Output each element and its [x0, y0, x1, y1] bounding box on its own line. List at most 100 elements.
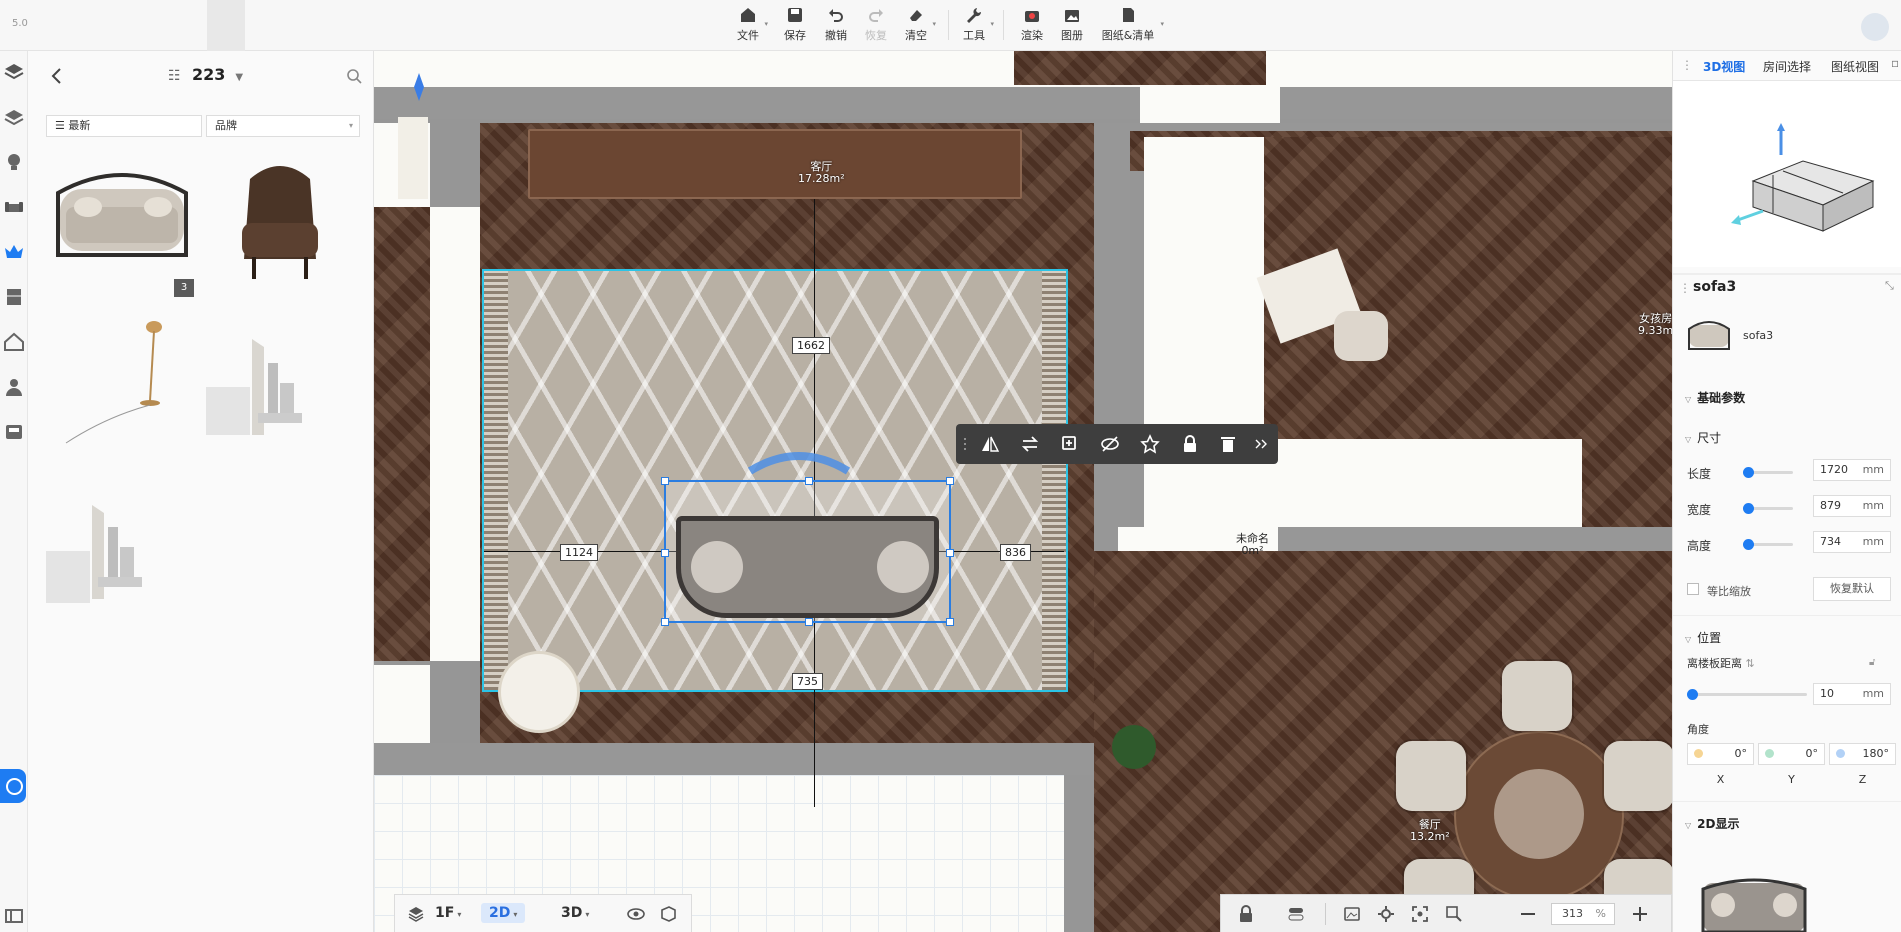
appliance-icon[interactable]: [3, 421, 25, 443]
tools-button[interactable]: 工具 ▾: [954, 6, 994, 43]
room-label-unnamed[interactable]: 未命名 0m²: [1236, 533, 1269, 557]
slider-knob[interactable]: [1687, 689, 1698, 700]
floor-height-slider[interactable]: [1687, 689, 1807, 700]
floor-icon[interactable]: [3, 106, 25, 128]
save-button[interactable]: 保存: [775, 6, 815, 43]
dimension-left[interactable]: 1124: [560, 544, 598, 561]
gallery-button[interactable]: 图册: [1052, 6, 1092, 43]
eye-icon[interactable]: [627, 905, 645, 923]
drag-grip-icon[interactable]: ⋮: [1679, 281, 1691, 295]
length-input[interactable]: 1720 mm: [1813, 459, 1891, 481]
collapse-icon[interactable]: ⤡: [1885, 279, 1894, 293]
resize-handle[interactable]: [661, 618, 669, 626]
toggle-icon[interactable]: [1287, 905, 1305, 923]
favorite-icon[interactable]: [1140, 434, 1160, 454]
angle-x-input[interactable]: 0°: [1687, 743, 1754, 765]
height-input[interactable]: 734 mm: [1813, 531, 1891, 553]
brand-filter[interactable]: 品牌 ▾: [206, 115, 360, 137]
render-button[interactable]: 渲染: [1012, 6, 1052, 43]
catalog-item-floor-lamp[interactable]: [46, 317, 194, 465]
settings-icon[interactable]: [1377, 905, 1395, 923]
catalog-item-decor-set[interactable]: [206, 317, 354, 465]
lightbulb-icon[interactable]: [3, 151, 25, 173]
replace-icon[interactable]: [1020, 434, 1040, 454]
chat-icon[interactable]: [0, 769, 26, 803]
height-from-floor-selector[interactable]: 离楼板距离 ⇅: [1687, 655, 1755, 671]
reset-default-button[interactable]: 恢复默认: [1813, 577, 1891, 601]
cube-icon[interactable]: [659, 905, 677, 923]
layers-icon[interactable]: [407, 905, 425, 923]
resize-handle[interactable]: [946, 618, 954, 626]
drag-grip-icon[interactable]: ⋮: [1681, 58, 1693, 72]
angle-y-input[interactable]: 0°: [1758, 743, 1825, 765]
expand-panel-icon[interactable]: [3, 905, 25, 927]
rotate-handle-icon[interactable]: [744, 447, 854, 477]
height-slider[interactable]: [1743, 539, 1793, 550]
user-avatar-icon[interactable]: [1861, 13, 1889, 41]
resize-handle[interactable]: [805, 618, 813, 626]
slider-knob[interactable]: [1743, 467, 1754, 478]
section-position[interactable]: ▽ 位置: [1685, 629, 1721, 646]
3d-preview[interactable]: [1673, 81, 1901, 267]
tab-drawing-view[interactable]: 图纸视图: [1831, 58, 1879, 75]
proportional-checkbox[interactable]: [1687, 583, 1699, 595]
unlock-icon[interactable]: 🔓︎: [1869, 657, 1875, 668]
hide-icon[interactable]: [1100, 434, 1120, 454]
file-button[interactable]: 文件 ▾: [728, 6, 768, 43]
floor-selector[interactable]: 1F ▾: [435, 905, 461, 921]
fit-view-icon[interactable]: [1411, 905, 1429, 923]
resize-handle[interactable]: [946, 477, 954, 485]
catalog-item-decor-set-2[interactable]: [46, 485, 194, 633]
mode-3d-button[interactable]: 3D ▾: [561, 905, 589, 921]
room-label-dining[interactable]: 餐厅 13.2m²: [1410, 819, 1450, 843]
crown-icon[interactable]: [3, 241, 25, 263]
mode-2d-button[interactable]: 2D ▾: [481, 903, 526, 923]
floor-height-input[interactable]: 10 mm: [1813, 683, 1891, 705]
lock-icon[interactable]: [1237, 905, 1255, 923]
dimension-top[interactable]: 1662: [792, 337, 830, 354]
tab-room-select[interactable]: 房间选择: [1763, 58, 1811, 75]
cabinet-icon[interactable]: [3, 286, 25, 308]
catalog-item-sofa[interactable]: 3: [46, 149, 194, 297]
zoom-search-icon[interactable]: [1445, 905, 1463, 923]
angle-z-input[interactable]: 180°: [1829, 743, 1896, 765]
redo-button[interactable]: 恢复: [856, 6, 896, 43]
selected-sofa[interactable]: [661, 477, 954, 626]
layers-icon[interactable]: [3, 61, 25, 83]
search-icon[interactable]: [346, 68, 362, 84]
image-icon[interactable]: [1343, 905, 1361, 923]
catalog-title[interactable]: ☷ 223 ▼: [168, 65, 243, 84]
resize-handle[interactable]: [805, 477, 813, 485]
sofa-category-icon[interactable]: [3, 196, 25, 218]
room-label-living[interactable]: 客厅 17.28m²: [798, 161, 845, 185]
zoom-input[interactable]: 313%: [1551, 903, 1615, 925]
chevron-left-icon[interactable]: [50, 65, 64, 87]
width-input[interactable]: 879 mm: [1813, 495, 1891, 517]
drag-grip-icon[interactable]: [962, 434, 968, 454]
sort-filter[interactable]: ☰ 最新: [46, 115, 202, 137]
more-icon[interactable]: [1254, 434, 1268, 454]
zoom-out-icon[interactable]: [1519, 905, 1537, 923]
section-size[interactable]: ▽ 尺寸: [1685, 429, 1721, 446]
dimension-right[interactable]: 836: [1000, 544, 1031, 561]
drawings-button[interactable]: 图纸&清单 ▾: [1098, 6, 1164, 43]
room-label-girl-room[interactable]: 女孩房 9.33m: [1638, 313, 1672, 337]
delete-icon[interactable]: [1218, 434, 1238, 454]
tab-3d-view[interactable]: 3D视图: [1703, 58, 1745, 75]
section-basic-params[interactable]: ▽ 基础参数: [1685, 389, 1745, 406]
mirror-icon[interactable]: [980, 434, 1000, 454]
clear-button[interactable]: 清空 ▾: [896, 6, 936, 43]
section-2d-display[interactable]: ▽ 2D显示: [1685, 815, 1739, 832]
house-icon[interactable]: [3, 331, 25, 353]
resize-handle[interactable]: [661, 477, 669, 485]
person-icon[interactable]: [3, 376, 25, 398]
zoom-in-icon[interactable]: [1631, 905, 1649, 923]
undo-button[interactable]: 撤销: [816, 6, 856, 43]
floor-plan-canvas[interactable]: 1662 1124 836 735 客厅 17.28m² 未命名 0m² 餐厅 …: [374, 51, 1672, 932]
copy-icon[interactable]: [1060, 434, 1080, 454]
lock-icon[interactable]: [1180, 434, 1200, 454]
resize-handle[interactable]: [946, 549, 954, 557]
resize-handle[interactable]: [661, 549, 669, 557]
popout-icon[interactable]: ▫: [1891, 56, 1899, 70]
dimension-bottom[interactable]: 735: [792, 673, 823, 690]
